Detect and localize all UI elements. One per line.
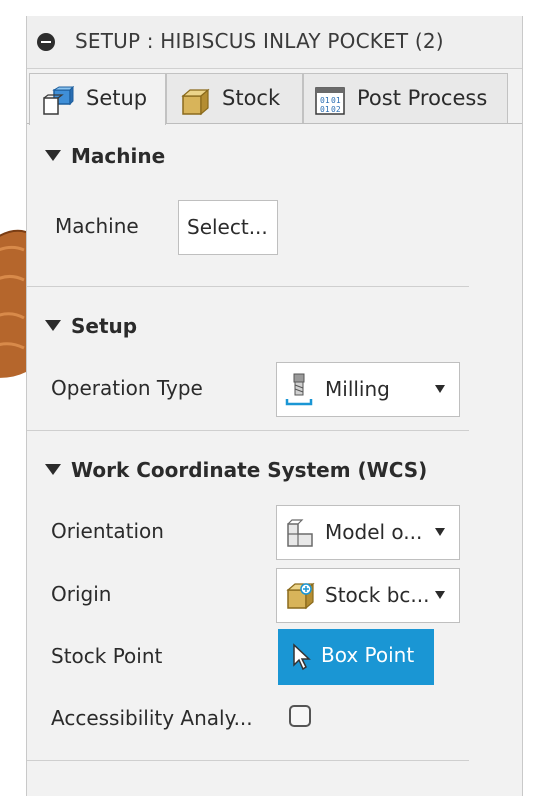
setup-panel: SETUP : HIBISCUS INLAY POCKET (2) Setup … (26, 16, 523, 796)
machine-label: Machine (55, 214, 139, 238)
chevron-down-icon (435, 528, 445, 536)
svg-text:01: 01 (331, 96, 341, 105)
collapse-triangle-icon (45, 150, 61, 161)
divider (27, 760, 469, 761)
stock-box-point-icon (286, 582, 315, 610)
accessibility-analysis-checkbox[interactable] (289, 705, 311, 727)
orientation-value: Model o... (325, 520, 423, 544)
setup-section-header[interactable]: Setup (45, 314, 137, 338)
collapse-triangle-icon (45, 320, 61, 331)
panel-title: SETUP : HIBISCUS INLAY POCKET (2) (75, 29, 444, 53)
post-process-icon: 01 01 01 02 (315, 87, 345, 115)
box-point-button-label: Box Point (321, 643, 415, 667)
milling-tool-icon (285, 373, 313, 406)
collapse-triangle-icon (45, 464, 61, 475)
panel-titlebar: SETUP : HIBISCUS INLAY POCKET (2) (27, 16, 522, 69)
svg-text:01: 01 (320, 96, 330, 105)
machine-section-title: Machine (71, 144, 166, 168)
tab-bar: Setup Stock 01 01 01 02 Post Process (27, 69, 522, 125)
stock-point-label: Stock Point (51, 644, 163, 668)
machine-select-button[interactable]: Select... (178, 200, 278, 255)
operation-type-label: Operation Type (51, 376, 203, 400)
box-point-button[interactable]: Box Point (278, 629, 434, 685)
orientation-label: Orientation (51, 519, 164, 543)
wcs-section-title: Work Coordinate System (WCS) (71, 458, 428, 482)
chevron-down-icon (435, 385, 445, 393)
stock-box-icon (181, 88, 210, 116)
operation-type-dropdown[interactable]: Milling (276, 362, 460, 417)
tab-post-process[interactable]: 01 01 01 02 Post Process (303, 73, 508, 123)
model-viewport-fragment (0, 229, 26, 378)
tab-setup[interactable]: Setup (29, 73, 166, 125)
origin-label: Origin (51, 582, 112, 606)
cursor-arrow-icon (293, 643, 311, 671)
tab-stock[interactable]: Stock (166, 73, 303, 123)
machine-select-button-label: Select... (187, 215, 268, 239)
divider (27, 430, 469, 431)
tab-stock-label: Stock (222, 86, 281, 110)
divider (27, 286, 469, 287)
svg-text:01: 01 (320, 105, 330, 114)
operation-type-value: Milling (325, 377, 390, 401)
origin-value: Stock bc... (325, 583, 430, 607)
svg-text:02: 02 (331, 105, 341, 114)
tab-setup-label: Setup (86, 86, 148, 110)
orientation-dropdown[interactable]: Model o... (276, 505, 460, 560)
collapse-icon[interactable] (37, 33, 55, 51)
setup-section-title: Setup (71, 314, 138, 338)
model-orientation-icon (287, 519, 313, 547)
setup-cube-icon (43, 86, 74, 115)
chevron-down-icon (435, 591, 445, 599)
tab-post-process-label: Post Process (357, 86, 488, 110)
machine-section-header[interactable]: Machine (45, 144, 165, 168)
origin-dropdown[interactable]: Stock bc... (276, 568, 460, 623)
wcs-section-header[interactable]: Work Coordinate System (WCS) (45, 458, 427, 482)
accessibility-analysis-label: Accessibility Analy... (51, 706, 253, 730)
